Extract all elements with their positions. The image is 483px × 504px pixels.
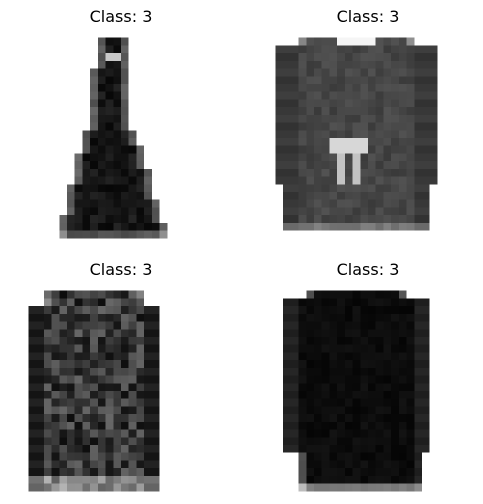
dress-image (13, 30, 229, 246)
dress-image (260, 30, 476, 246)
panel-title: Class: 3 (89, 260, 153, 279)
panel-title: Class: 3 (336, 260, 400, 279)
dress-image (260, 283, 476, 499)
panel-bottom-right: Class: 3 (260, 260, 476, 499)
panel-top-left: Class: 3 (13, 7, 229, 246)
panel-title: Class: 3 (336, 7, 400, 26)
panel-top-right: Class: 3 (260, 7, 476, 246)
panel-title: Class: 3 (89, 7, 153, 26)
panel-bottom-left: Class: 3 (13, 260, 229, 499)
dress-image (13, 283, 229, 499)
